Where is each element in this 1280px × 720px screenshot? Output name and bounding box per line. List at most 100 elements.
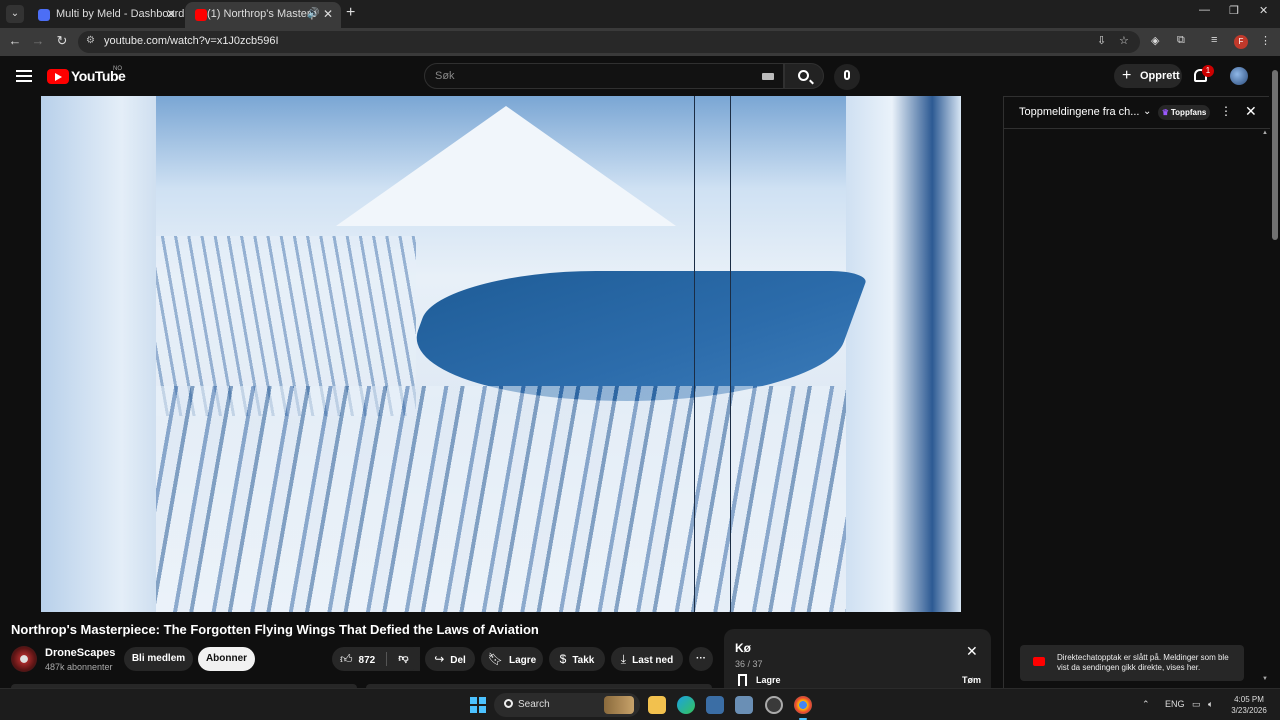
bookmark-icon[interactable]: [738, 674, 747, 686]
lake-shape: [392, 271, 870, 401]
scroll-down-arrow-icon[interactable]: ▼: [1262, 676, 1268, 682]
minimize-icon[interactable]: —: [1199, 4, 1210, 16]
download-icon: ⤓: [620, 652, 627, 666]
bookmark-star-icon[interactable]: ☆: [1119, 34, 1129, 47]
back-button[interactable]: ←: [6, 33, 24, 48]
search-input[interactable]: [435, 68, 755, 84]
tab-meld-dashboard[interactable]: Multi by Meld - Dashboard. ✕: [28, 2, 184, 28]
forward-button[interactable]: →: [29, 33, 47, 48]
queue-title: Kø: [735, 641, 751, 655]
film-scratch-line: [730, 96, 731, 612]
close-icon[interactable]: ✕: [166, 2, 176, 26]
windows-start-icon[interactable]: [470, 697, 486, 713]
network-icon[interactable]: ▭: [1192, 699, 1201, 710]
taskbar-search-label: Search: [518, 699, 550, 710]
search-button[interactable]: [784, 63, 824, 89]
photos-icon[interactable]: [735, 696, 753, 714]
speaker-icon[interactable]: 🔊: [307, 2, 319, 26]
more-vertical-icon[interactable]: ⋮: [1220, 104, 1232, 118]
file-explorer-icon[interactable]: [648, 696, 666, 714]
chat-mode-title[interactable]: Toppmeldingene fra ch...: [1019, 106, 1139, 118]
close-icon[interactable]: ✕: [966, 643, 978, 660]
chat-notice-text: Direktechatopptak er slått på. Meldinger…: [1057, 653, 1229, 672]
scrollbar-thumb[interactable]: [1272, 70, 1278, 240]
hamburger-menu-icon[interactable]: [16, 70, 32, 82]
thanks-button[interactable]: $ Takk: [549, 647, 605, 671]
thumbs-up-icon: 👍︎: [340, 652, 353, 666]
voice-search-button[interactable]: [834, 64, 860, 90]
share-button[interactable]: ↪ Del: [425, 647, 475, 671]
youtube-logo-icon[interactable]: [47, 69, 69, 84]
top-fans-badge[interactable]: ♛ Toppfans: [1158, 105, 1210, 120]
youtube-header: YouTube NO + Opprett 1: [0, 56, 1280, 96]
film-scratch-line: [694, 96, 695, 612]
windows-taskbar: Search ⌃ ENG ▭ 🔈︎ 4:05 PM 3/23/2026: [0, 688, 1280, 720]
download-button[interactable]: ⤓ Last ned: [611, 647, 683, 671]
channel-avatar[interactable]: [11, 646, 37, 672]
account-avatar[interactable]: [1230, 67, 1248, 85]
new-tab-button[interactable]: +: [346, 4, 355, 22]
clock-time: 4:05 PM: [1234, 695, 1264, 704]
youtube-favicon-icon: [195, 9, 207, 21]
restore-icon[interactable]: ❐: [1229, 4, 1239, 17]
site-info-icon[interactable]: ⚙: [86, 35, 95, 46]
subscribe-button[interactable]: Abonner: [198, 647, 255, 671]
menu-icon[interactable]: ⋮: [1260, 34, 1271, 47]
extension-meld-icon[interactable]: ◈: [1151, 34, 1159, 47]
tab-youtube-video[interactable]: (1) Northrop's Masterpiece 🔊 ✕: [185, 2, 341, 28]
thanks-label: Takk: [572, 655, 595, 666]
chrome-icon[interactable]: [794, 696, 812, 720]
forest-foreground: [156, 386, 846, 612]
system-clock[interactable]: 4:05 PM 3/23/2026: [1228, 694, 1270, 716]
more-horizontal-icon: ···: [696, 653, 706, 664]
create-button[interactable]: + Opprett: [1114, 64, 1182, 88]
tab-search-icon[interactable]: ⌄: [6, 5, 24, 23]
store-icon[interactable]: [706, 696, 724, 714]
scroll-up-arrow-icon[interactable]: ▲: [1262, 130, 1268, 136]
queue-save-button[interactable]: Lagre: [756, 675, 781, 685]
tab-title: Multi by Meld - Dashboard.: [56, 8, 184, 20]
input-language[interactable]: ENG: [1165, 699, 1185, 709]
live-chat-panel: Toppmeldingene fra ch... ⌄ ♛ Toppfans ⋮ ✕…: [1003, 96, 1270, 688]
extensions-icon[interactable]: ⧉: [1177, 34, 1185, 47]
queue-clear-button[interactable]: Tøm: [962, 675, 981, 685]
save-button[interactable]: 🔖︎ Lagre: [481, 647, 543, 671]
show-hidden-icons-icon[interactable]: ⌃: [1142, 699, 1150, 710]
thumbs-down-icon: 👎︎: [398, 653, 409, 664]
video-frame: [156, 96, 870, 612]
edge-browser-icon[interactable]: [677, 696, 695, 714]
more-actions-button[interactable]: ···: [689, 647, 713, 671]
dislike-button[interactable]: 👎︎: [387, 647, 420, 671]
search-box: [424, 63, 784, 89]
close-icon[interactable]: ✕: [1245, 103, 1257, 120]
settings-gear-icon[interactable]: [765, 696, 783, 714]
join-button[interactable]: Bli medlem: [124, 647, 193, 671]
download-label: Last ned: [632, 655, 674, 666]
install-app-icon[interactable]: ⇩: [1097, 34, 1106, 47]
omnibox[interactable]: ⚙ youtube.com/watch?v=x1J0zcb596I: [78, 31, 1140, 53]
region-code: NO: [113, 66, 122, 72]
chevron-down-icon[interactable]: ⌄: [1143, 106, 1151, 117]
close-icon[interactable]: ✕: [323, 2, 333, 26]
profile-avatar[interactable]: F: [1234, 35, 1248, 49]
share-label: Del: [450, 655, 466, 666]
bookmark-icon: 🔖︎: [487, 652, 503, 666]
reading-list-icon[interactable]: ≡: [1211, 34, 1217, 46]
video-blur-left: [41, 96, 156, 612]
mountain-shape: [336, 106, 676, 226]
plus-icon: +: [1122, 67, 1132, 84]
search-highlight-art: [604, 696, 634, 714]
subscriber-count: 487k abonnenter: [45, 662, 113, 672]
reload-button[interactable]: ↻: [53, 33, 71, 49]
chat-header: Toppmeldingene fra ch... ⌄ ♛ Toppfans ⋮ ✕: [1004, 97, 1270, 129]
keyboard-icon[interactable]: [762, 73, 774, 80]
page-scrollbar[interactable]: [1270, 60, 1280, 688]
crown-icon: ♛: [1161, 108, 1169, 117]
notification-count-badge: 1: [1202, 65, 1214, 77]
channel-name[interactable]: DroneScapes: [45, 647, 115, 659]
video-player[interactable]: [41, 96, 961, 612]
taskbar-search[interactable]: Search: [494, 693, 640, 717]
url-text: youtube.com/watch?v=x1J0zcb596I: [104, 35, 279, 47]
volume-icon[interactable]: 🔈︎: [1208, 699, 1213, 710]
close-window-icon[interactable]: ✕: [1259, 4, 1268, 17]
